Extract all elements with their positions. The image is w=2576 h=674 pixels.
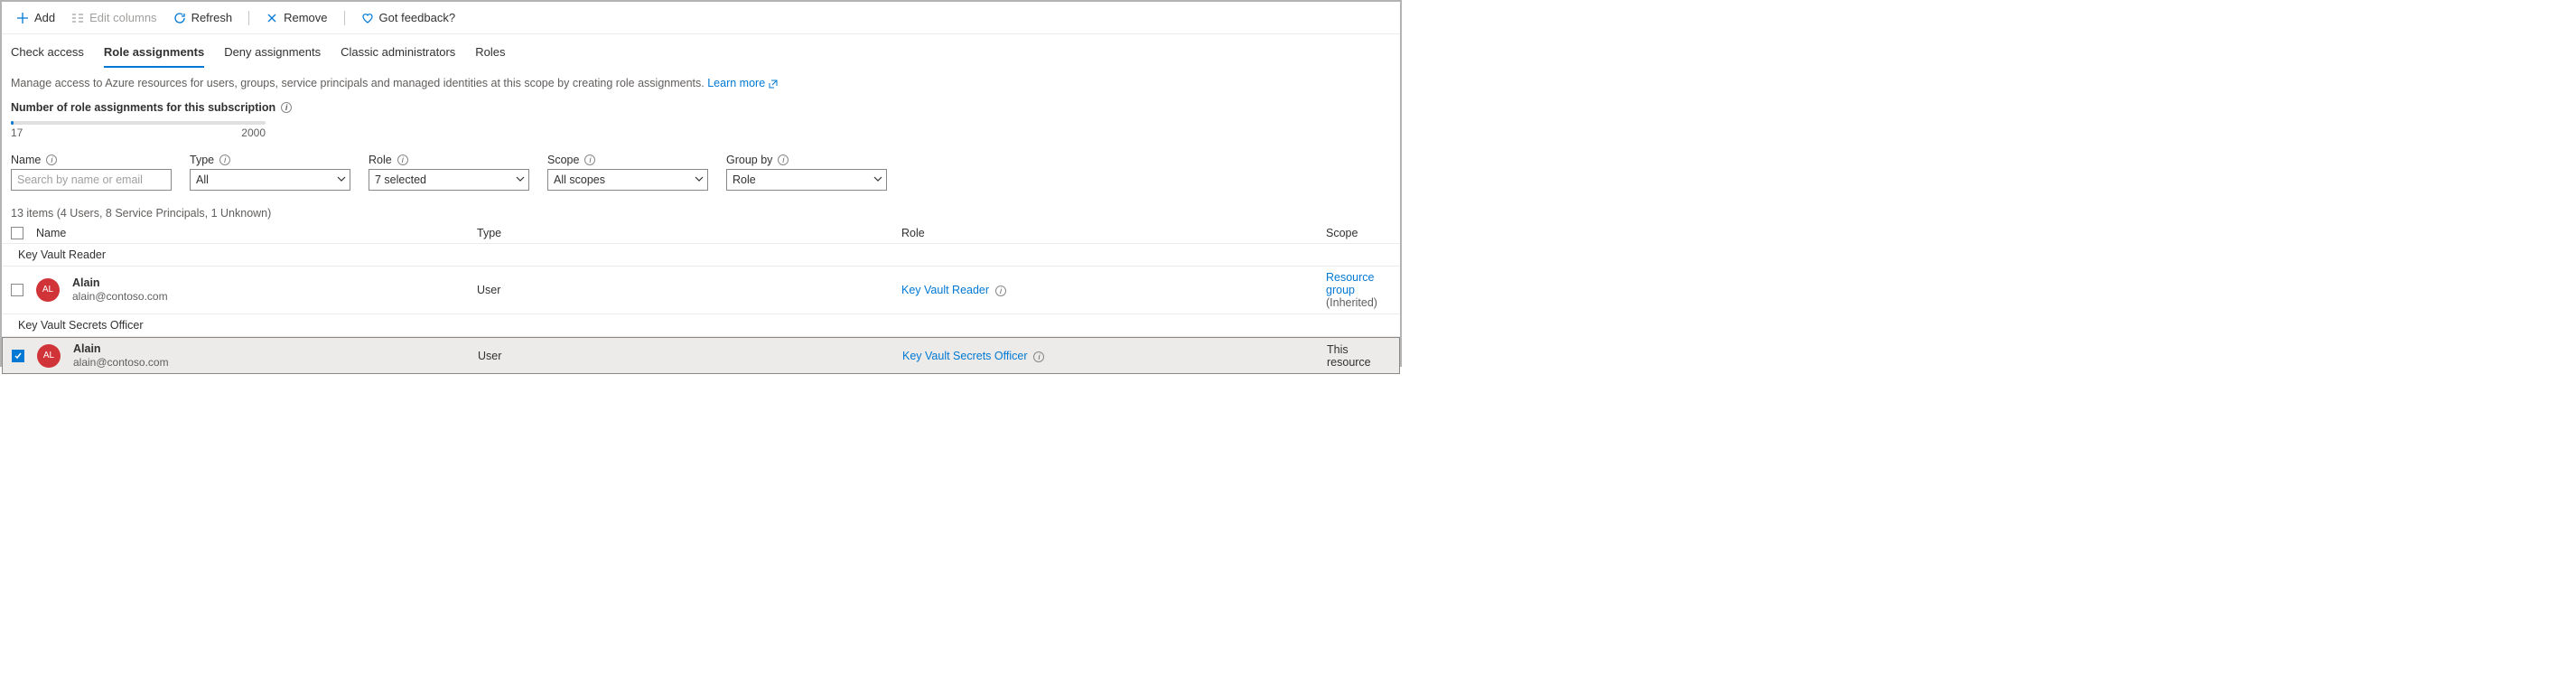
info-icon[interactable]: i (46, 154, 57, 165)
add-button[interactable]: Add (11, 9, 61, 26)
chevron-down-icon (516, 173, 525, 186)
column-type[interactable]: Type (477, 227, 901, 239)
description-body: Manage access to Azure resources for use… (11, 77, 707, 89)
filter-name-label: Name i (11, 154, 172, 166)
refresh-icon (173, 12, 186, 24)
quota-progress-fill (11, 121, 14, 125)
info-icon[interactable]: i (219, 154, 230, 165)
quota-title: Number of role assignments for this subs… (11, 101, 292, 114)
tab-deny-assignments[interactable]: Deny assignments (224, 45, 321, 68)
separator (344, 11, 345, 25)
row-checkbox[interactable] (11, 284, 23, 296)
add-label: Add (34, 11, 55, 24)
info-icon[interactable]: i (1033, 351, 1044, 362)
info-icon[interactable]: i (281, 102, 292, 113)
info-icon[interactable]: i (397, 154, 408, 165)
refresh-label: Refresh (191, 11, 233, 24)
refresh-button[interactable]: Refresh (168, 9, 238, 26)
quota-section: Number of role assignments for this subs… (2, 93, 1400, 143)
select-all-checkbox[interactable] (11, 227, 23, 239)
type-select[interactable]: All (190, 169, 350, 191)
column-scope[interactable]: Scope (1326, 227, 1391, 239)
filter-role-label: Role i (369, 154, 529, 166)
user-email: alain@contoso.com (72, 290, 168, 303)
row-checkbox[interactable] (12, 350, 24, 362)
role-link[interactable]: Key Vault Secrets Officer (902, 350, 1027, 362)
avatar: AL (37, 344, 61, 368)
info-icon[interactable]: i (995, 286, 1006, 296)
avatar: AL (36, 278, 60, 302)
heart-icon (361, 12, 374, 24)
group-header[interactable]: Key Vault Reader (2, 244, 1400, 267)
groupby-select[interactable]: Role (726, 169, 887, 191)
filter-scope-label: Scope i (547, 154, 708, 166)
scope-link[interactable]: Resource group (1326, 271, 1375, 296)
description-text: Manage access to Azure resources for use… (2, 68, 1400, 93)
learn-more-link[interactable]: Learn more (707, 77, 777, 89)
tab-role-assignments[interactable]: Role assignments (104, 45, 204, 68)
role-select[interactable]: 7 selected (369, 169, 529, 191)
remove-button[interactable]: Remove (260, 9, 332, 26)
feedback-button[interactable]: Got feedback? (356, 9, 462, 26)
columns-icon (71, 12, 84, 24)
tab-check-access[interactable]: Check access (11, 45, 84, 68)
edit-columns-button: Edit columns (66, 9, 162, 26)
filter-groupby-label: Group by i (726, 154, 887, 166)
user-name: Alain (72, 276, 168, 290)
table-header: Name Type Role Scope (2, 223, 1400, 244)
separator (248, 11, 249, 25)
column-role[interactable]: Role (901, 227, 1326, 239)
remove-label: Remove (284, 11, 327, 24)
cell-type: User (477, 284, 901, 296)
tab-roles[interactable]: Roles (475, 45, 505, 68)
assignments-table: Name Type Role Scope Key Vault Reader AL… (2, 223, 1400, 374)
quota-max: 2000 (241, 126, 266, 139)
plus-icon (16, 12, 29, 24)
scope-suffix: (Inherited) (1326, 296, 1377, 309)
cell-type: User (478, 350, 902, 362)
info-icon[interactable]: i (584, 154, 595, 165)
user-name: Alain (73, 342, 169, 356)
chevron-down-icon (873, 173, 882, 186)
table-row[interactable]: AL Alain alain@contoso.com User Key Vaul… (2, 267, 1400, 314)
column-name[interactable]: Name (36, 227, 477, 239)
filter-bar: Name i Type i All Role i 7 selected Scop… (2, 143, 1400, 194)
quota-current: 17 (11, 126, 23, 139)
command-bar: Add Edit columns Refresh Remove Got feed… (2, 2, 1400, 34)
items-summary: 13 items (4 Users, 8 Service Principals,… (2, 194, 1400, 223)
tab-strip: Check access Role assignments Deny assig… (2, 34, 1400, 68)
user-email: alain@contoso.com (73, 356, 169, 369)
table-row[interactable]: AL Alain alain@contoso.com User Key Vaul… (2, 337, 1400, 374)
edit-columns-label: Edit columns (89, 11, 156, 24)
filter-type-label: Type i (190, 154, 350, 166)
search-input[interactable] (11, 169, 172, 191)
role-link[interactable]: Key Vault Reader (901, 284, 989, 296)
tab-classic-admins[interactable]: Classic administrators (341, 45, 455, 68)
info-icon[interactable]: i (778, 154, 789, 165)
chevron-down-icon (337, 173, 346, 186)
feedback-label: Got feedback? (379, 11, 456, 24)
group-header[interactable]: Key Vault Secrets Officer (2, 314, 1400, 337)
chevron-down-icon (695, 173, 704, 186)
remove-icon (266, 12, 278, 24)
scope-select[interactable]: All scopes (547, 169, 708, 191)
cell-scope: This resource (1327, 343, 1390, 369)
quota-progress (11, 121, 266, 125)
